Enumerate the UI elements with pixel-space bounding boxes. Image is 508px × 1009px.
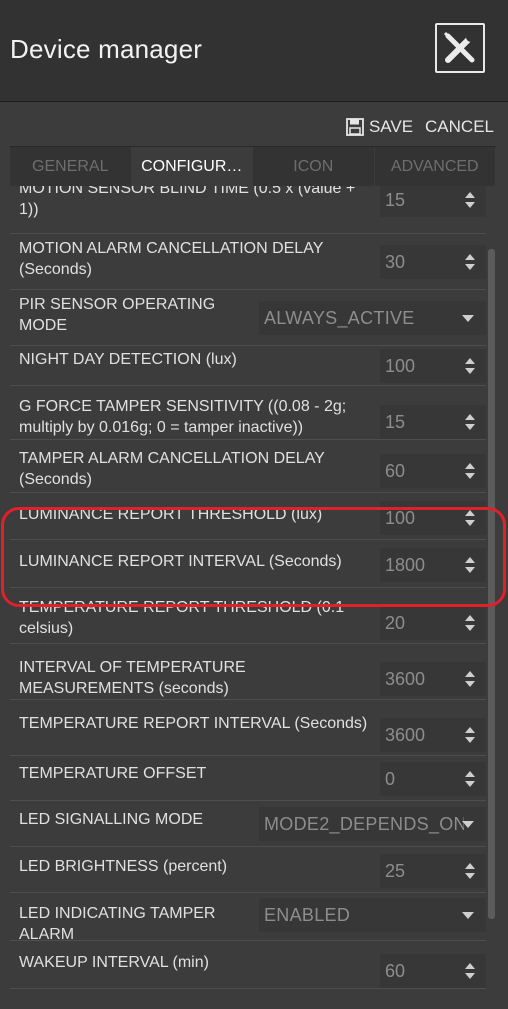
save-button[interactable]: SAVE [346,117,413,137]
spinner-arrows-icon[interactable] [464,556,476,574]
parameter-number-input[interactable]: 60 [380,454,486,488]
parameter-label: LED BRIGHTNESS (percent) [19,858,228,875]
spinner-arrows-icon[interactable] [464,726,476,744]
parameter-number-input[interactable]: 1800 [380,548,486,582]
parameter-label: WAKEUP INTERVAL (min) [19,954,209,971]
input-value: 20 [385,612,406,633]
parameter-number-input[interactable]: 20 [380,606,486,640]
page-title: Device manager [10,34,203,64]
parameter-row: PIR SENSOR OPERATING MODE ALWAYS_ACTIVE [10,290,486,346]
parameter-number-input[interactable]: 3600 [380,718,486,752]
spinner-arrows-icon[interactable] [464,614,476,632]
parameter-label: LUMINANCE REPORT INTERVAL (Seconds) [19,553,342,570]
parameter-row: WAKEUP INTERVAL (min) 60 [10,941,486,989]
parameter-row: G FORCE TAMPER SENSITIVITY ((0.08 - 2g; … [10,386,486,440]
parameter-label: INTERVAL OF TEMPERATURE MEASUREMENTS (se… [19,659,246,697]
input-value: 15 [385,411,406,432]
select-value: MODE2_DEPENDS_ON_TEMPERATURE [264,813,464,834]
parameter-number-input[interactable]: 15 [380,186,486,217]
parameter-label: TEMPERATURE REPORT INTERVAL (Seconds) [19,715,368,732]
parameter-row: NIGHT DAY DETECTION (lux) 100 [10,346,486,386]
parameter-label: TEMPERATURE REPORT THRESHOLD (0.1 celsiu… [19,599,345,637]
scroll-thumb[interactable] [488,249,495,919]
parameter-row: INTERVAL OF TEMPERATURE MEASUREMENTS (se… [10,644,486,700]
spinner-arrows-icon[interactable] [464,253,476,271]
input-value: 60 [385,960,406,981]
parameter-number-input[interactable]: 30 [380,245,486,279]
parameter-row: MOTION SENSOR BLIND TIME (0.5 x (value +… [10,186,486,234]
input-value: 15 [385,189,406,210]
input-value: 100 [385,355,416,376]
parameter-number-input[interactable]: 60 [380,954,486,988]
parameter-number-input[interactable]: 25 [380,854,486,888]
parameter-row: TAMPER ALARM CANCELLATION DELAY (Seconds… [10,440,486,493]
parameter-label: MOTION ALARM CANCELLATION DELAY (Seconds… [19,240,324,278]
parameter-label: LUMINANCE REPORT THRESHOLD (lux) [19,506,323,523]
parameter-label: TAMPER ALARM CANCELLATION DELAY (Seconds… [19,450,325,488]
select-value: ALWAYS_ACTIVE [264,307,415,328]
save-label: SAVE [368,117,414,136]
cancel-button[interactable]: CANCEL [425,117,494,137]
parameter-label: TEMPERATURE OFFSET [19,765,207,782]
parameter-select[interactable]: ALWAYS_ACTIVE [259,301,486,335]
tab-general[interactable]: GENERAL [10,147,132,186]
input-value: 0 [385,768,396,789]
parameter-row: LED BRIGHTNESS (percent) 25 [10,847,486,893]
parameter-select[interactable]: ENABLED [259,898,486,932]
caret-down-icon[interactable] [462,821,474,828]
select-value: ENABLED [264,904,351,925]
parameter-row: TEMPERATURE OFFSET 0 [10,756,486,801]
tools-icon[interactable] [435,23,485,73]
spinner-arrows-icon[interactable] [464,462,476,480]
spinner-arrows-icon[interactable] [464,413,476,431]
spinner-arrows-icon[interactable] [464,862,476,880]
parameter-label: PIR SENSOR OPERATING MODE [19,296,216,334]
parameter-number-input[interactable]: 3600 [380,662,486,696]
parameter-number-input[interactable]: 0 [380,762,486,796]
input-value: 60 [385,460,406,481]
parameter-row: TEMPERATURE REPORT INTERVAL (Seconds) 360… [10,700,486,756]
parameter-row: LED INDICATING TAMPER ALARM ENABLED [10,893,486,943]
parameter-row: MOTION ALARM CANCELLATION DELAY (Seconds… [10,234,486,290]
parameter-label: NIGHT DAY DETECTION (lux) [19,351,237,368]
parameter-number-input[interactable]: 100 [380,501,486,535]
tab-bar: GENERAL CONFIGUR… ICON ADVANCED [10,146,496,186]
action-bar: SAVE CANCEL [334,116,494,138]
parameter-row: LED SIGNALLING MODE MODE2_DEPENDS_ON_TEMP… [10,801,486,847]
cancel-label: CANCEL [425,117,494,136]
parameter-row: TEMPERATURE REPORT THRESHOLD (0.1 celsiu… [10,588,486,644]
parameter-select[interactable]: MODE2_DEPENDS_ON_TEMPERATURE [259,807,486,841]
input-value: 25 [385,860,406,881]
caret-down-icon[interactable] [462,912,474,919]
spinner-arrows-icon[interactable] [464,509,476,527]
parameter-label: LED SIGNALLING MODE [19,811,204,828]
parameter-row: LUMINANCE REPORT THRESHOLD (lux) 100 [10,493,486,540]
tab-configuration[interactable]: CONFIGUR… [131,147,253,186]
parameter-label: MOTION SENSOR BLIND TIME (0.5 x (value +… [19,186,356,218]
parameter-row: LUMINANCE REPORT INTERVAL (Seconds) 1800 [10,540,486,588]
tab-icon[interactable]: ICON [253,147,375,186]
scrollbar[interactable] [488,186,496,1009]
caret-down-icon[interactable] [462,315,474,322]
spinner-arrows-icon[interactable] [464,357,476,375]
spinner-arrows-icon[interactable] [464,962,476,980]
spinner-arrows-icon[interactable] [464,191,476,209]
input-value: 30 [385,251,406,272]
spinner-arrows-icon[interactable] [464,770,476,788]
parameter-number-input[interactable]: 15 [380,405,486,439]
input-value: 100 [385,507,416,528]
floppy-disk-icon [346,118,364,136]
input-value: 3600 [385,724,426,745]
parameter-list[interactable]: MOTION SENSOR BLIND TIME (0.5 x (value +… [10,186,486,1009]
parameter-label: LED INDICATING TAMPER ALARM [19,905,216,943]
title-bar: Device manager [0,0,508,102]
input-value: 3600 [385,668,426,689]
parameter-number-input[interactable]: 100 [380,349,486,383]
spinner-arrows-icon[interactable] [464,670,476,688]
tab-advanced[interactable]: ADVANCED [374,147,496,186]
input-value: 1800 [385,554,426,575]
parameter-label: G FORCE TAMPER SENSITIVITY ((0.08 - 2g; … [19,398,347,436]
